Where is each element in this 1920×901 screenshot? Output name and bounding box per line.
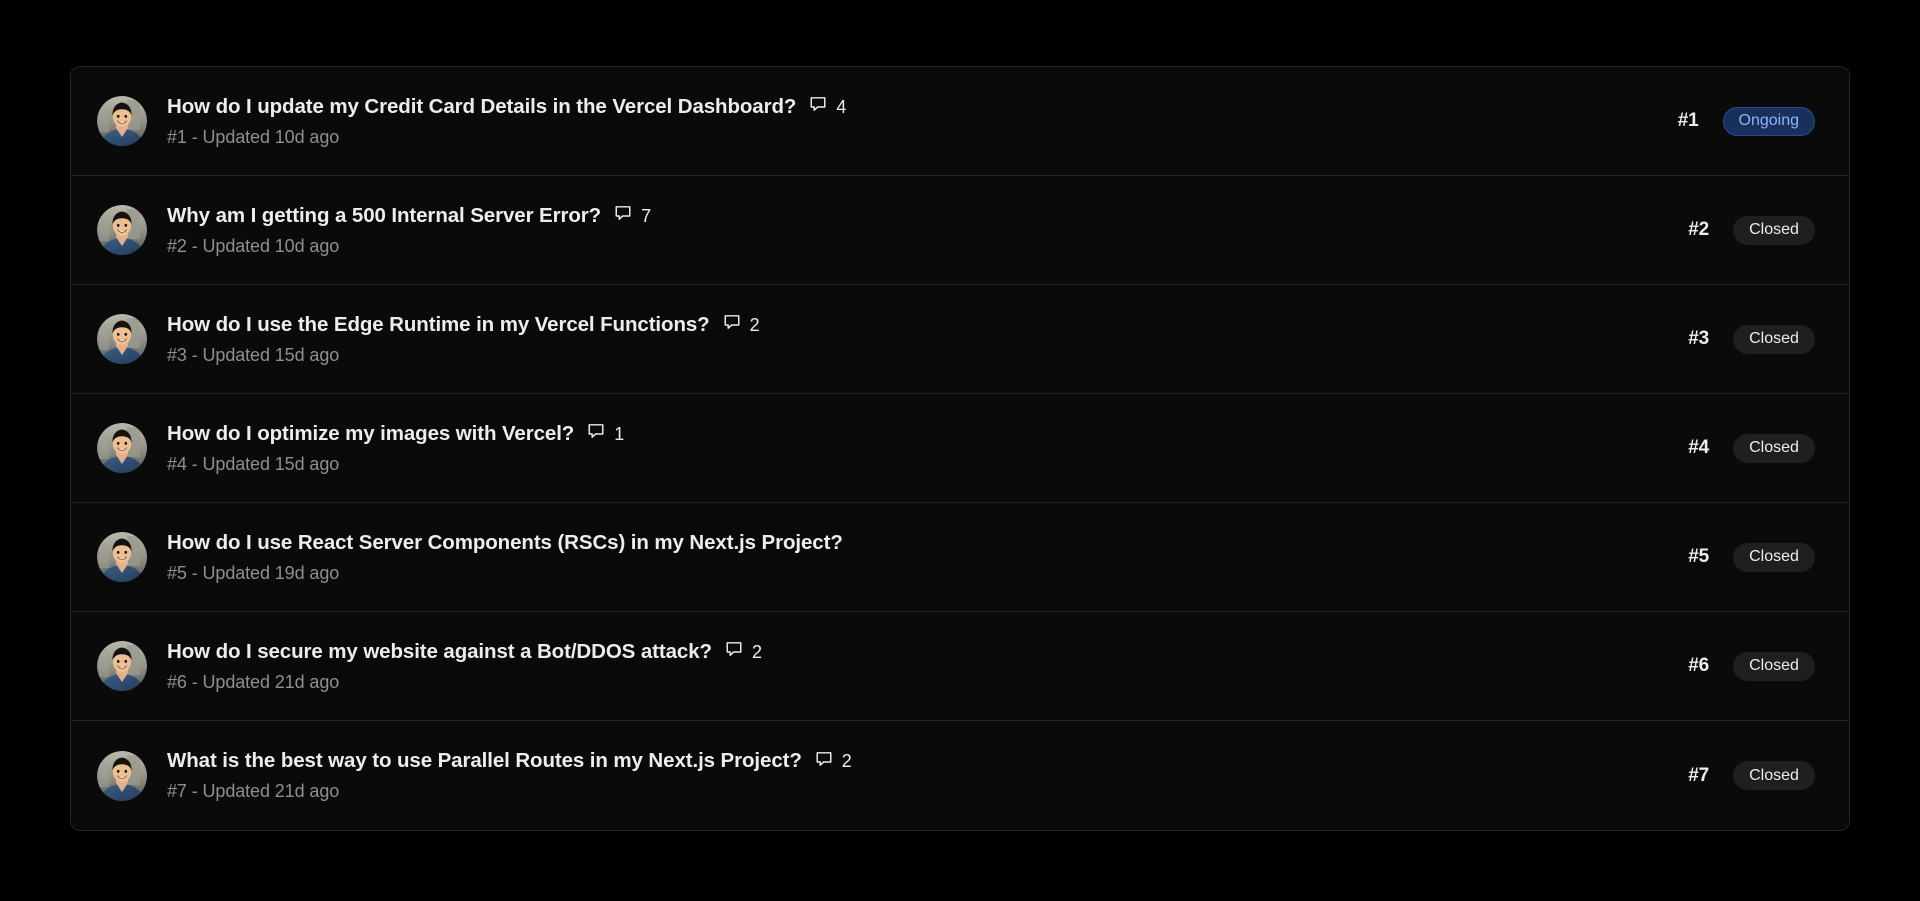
ticket-number: #7 [1688, 764, 1709, 786]
comment-count-group: 2 [815, 750, 852, 773]
ticket-title[interactable]: How do I use the Edge Runtime in my Verc… [167, 312, 710, 338]
ticket-number: #6 [1688, 655, 1709, 676]
ticket-row-1[interactable]: How do I update my Credit Card Details i… [71, 67, 1849, 176]
status-badge[interactable]: Closed [1733, 324, 1815, 354]
status-badge[interactable]: Closed [1733, 215, 1815, 245]
ticket-title-line: How do I secure my website against a Bot… [167, 639, 1675, 665]
ticket-title-line: How do I update my Credit Card Details i… [167, 94, 1665, 120]
comment-count: 1 [614, 423, 625, 444]
ticket-row-3[interactable]: How do I use the Edge Runtime in my Verc… [71, 285, 1849, 394]
ticket-row-main: What is the best way to use Parallel Rou… [167, 748, 1675, 802]
status-badge[interactable]: Closed [1733, 433, 1815, 463]
ticket-row-right: #2 Closed [1675, 215, 1815, 245]
comment-count: 4 [836, 96, 847, 117]
ticket-row-main: Why am I getting a 500 Internal Server E… [167, 203, 1675, 257]
status-badge[interactable]: Closed [1733, 542, 1815, 572]
avatar [97, 641, 147, 691]
comment-bubble-icon [809, 95, 827, 118]
page-root: How do I update my Credit Card Details i… [0, 0, 1920, 901]
ticket-title[interactable]: Why am I getting a 500 Internal Server E… [167, 203, 601, 229]
comment-count: 7 [641, 205, 652, 226]
status-badge[interactable]: Closed [1733, 761, 1815, 790]
ticket-row-4[interactable]: How do I optimize my images with Vercel?… [71, 394, 1849, 503]
ticket-subtitle: #7 - Updated 21d ago [167, 781, 340, 802]
ticket-number: #5 [1688, 546, 1709, 567]
ticket-row-right: #5 Closed [1675, 542, 1815, 572]
avatar [97, 96, 147, 146]
ticket-row-5[interactable]: How do I use React Server Components (RS… [71, 503, 1849, 612]
ticket-number: #4 [1688, 437, 1709, 458]
ticket-title[interactable]: How do I optimize my images with Vercel? [167, 421, 574, 447]
ticket-list-card: How do I update my Credit Card Details i… [70, 66, 1850, 831]
avatar [97, 532, 147, 582]
comment-count-group: 4 [809, 95, 846, 118]
ticket-row-main: How do I secure my website against a Bot… [167, 639, 1675, 693]
comment-count: 2 [749, 314, 760, 335]
ticket-subtitle: #2 - Updated 10d ago [167, 235, 340, 256]
ticket-row-right: #1 Ongoing [1665, 106, 1815, 136]
ticket-title-line: How do I use React Server Components (RS… [167, 530, 1675, 556]
ticket-subtitle: #1 - Updated 10d ago [167, 126, 340, 147]
avatar [97, 314, 147, 364]
ticket-title[interactable]: How do I secure my website against a Bot… [167, 639, 712, 665]
ticket-subtitle: #4 - Updated 15d ago [167, 453, 340, 474]
comment-bubble-icon [587, 422, 605, 445]
ticket-title[interactable]: What is the best way to use Parallel Rou… [167, 748, 802, 774]
ticket-title[interactable]: How do I use React Server Components (RS… [167, 530, 843, 556]
ticket-row-7[interactable]: What is the best way to use Parallel Rou… [71, 721, 1849, 830]
comment-bubble-icon [614, 204, 632, 227]
avatar [97, 750, 147, 801]
comment-count-group: 1 [587, 422, 624, 445]
comment-count-group: 2 [725, 640, 762, 663]
ticket-title-line: How do I optimize my images with Vercel?… [167, 421, 1675, 447]
ticket-row-right: #7 Closed [1675, 761, 1815, 790]
ticket-title-line: What is the best way to use Parallel Rou… [167, 748, 1675, 774]
avatar [97, 205, 147, 255]
ticket-row-main: How do I update my Credit Card Details i… [167, 94, 1665, 148]
ticket-title[interactable]: How do I update my Credit Card Details i… [167, 94, 796, 120]
ticket-number: #3 [1688, 328, 1709, 349]
ticket-title-line: How do I use the Edge Runtime in my Verc… [167, 312, 1675, 338]
ticket-row-right: #4 Closed [1675, 433, 1815, 463]
ticket-title-line: Why am I getting a 500 Internal Server E… [167, 203, 1675, 229]
status-badge[interactable]: Closed [1733, 651, 1815, 681]
ticket-row-right: #3 Closed [1675, 324, 1815, 354]
ticket-number: #2 [1688, 219, 1709, 240]
comment-count-group: 2 [723, 313, 760, 336]
ticket-subtitle: #6 - Updated 21d ago [167, 671, 340, 692]
comment-bubble-icon [723, 313, 741, 336]
comment-count: 2 [841, 751, 852, 772]
ticket-subtitle: #5 - Updated 19d ago [167, 562, 340, 583]
ticket-row-main: How do I optimize my images with Vercel?… [167, 421, 1675, 475]
ticket-row-main: How do I use React Server Components (RS… [167, 530, 1675, 584]
ticket-row-main: How do I use the Edge Runtime in my Verc… [167, 312, 1675, 366]
comment-bubble-icon [815, 750, 833, 773]
comment-count-group: 7 [614, 204, 651, 227]
status-badge[interactable]: Ongoing [1722, 106, 1815, 136]
comment-count: 2 [751, 641, 762, 662]
avatar [97, 423, 147, 473]
ticket-number: #1 [1677, 110, 1699, 131]
ticket-row-right: #6 Closed [1675, 651, 1815, 681]
comment-bubble-icon [725, 640, 743, 663]
ticket-row-6[interactable]: How do I secure my website against a Bot… [71, 612, 1849, 721]
ticket-subtitle: #3 - Updated 15d ago [167, 344, 340, 365]
ticket-row-2[interactable]: Why am I getting a 500 Internal Server E… [71, 176, 1849, 285]
